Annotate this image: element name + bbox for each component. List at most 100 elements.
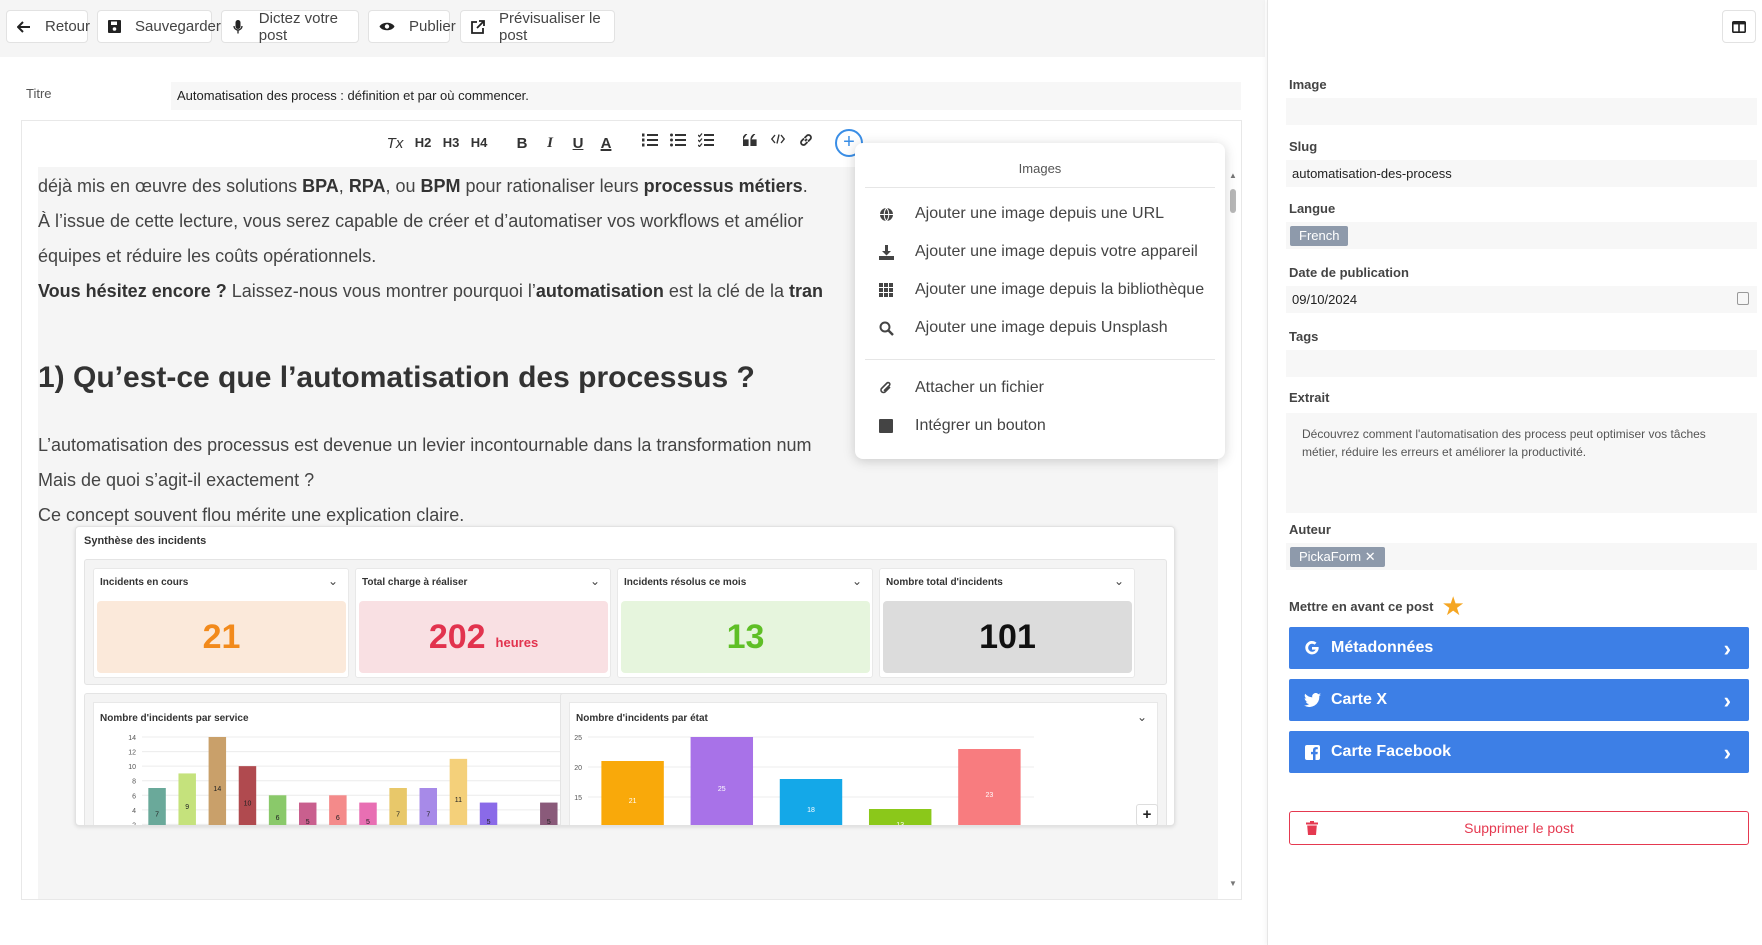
- publish-date-input[interactable]: 09/10/2024: [1286, 286, 1757, 313]
- language-label: Langue: [1289, 201, 1336, 216]
- feature-post-toggle[interactable]: Mettre en avant ce post ★: [1289, 593, 1465, 619]
- clear-format-button[interactable]: Tx: [384, 135, 406, 152]
- bar-value-label: 5: [306, 819, 310, 826]
- search-icon: [877, 319, 895, 337]
- tags-input[interactable]: [1286, 350, 1757, 377]
- bold-button[interactable]: B: [511, 135, 533, 152]
- x-card-button[interactable]: Carte X ›: [1289, 679, 1749, 721]
- bar: [208, 737, 227, 825]
- publish-date-label: Date de publication: [1289, 265, 1409, 280]
- heading3-button[interactable]: H3: [440, 135, 462, 150]
- chart-title: Nombre d'incidents par service: [100, 713, 249, 724]
- chart-title: Nombre d'incidents par état: [576, 713, 708, 724]
- image-field[interactable]: [1286, 98, 1757, 125]
- y-tick-label: 6: [132, 793, 136, 800]
- ordered-list-icon[interactable]: [639, 133, 661, 151]
- bar: [178, 773, 196, 825]
- kpi-value: 13: [726, 617, 765, 656]
- menu-item-image-library[interactable]: Ajouter une image depuis la bibliothèque: [855, 275, 1225, 305]
- bullet-list-icon[interactable]: [667, 133, 689, 151]
- editor-pane: Retour Sauvegarder Dictez votre post Pub…: [0, 0, 1265, 945]
- facebook-card-button[interactable]: Carte Facebook ›: [1289, 731, 1749, 773]
- chevron-down-icon: ⌄: [1113, 574, 1124, 588]
- top-toolbar: Retour Sauvegarder Dictez votre post Pub…: [0, 0, 1265, 57]
- delete-post-label: Supprimer le post: [1464, 820, 1574, 836]
- excerpt-textarea[interactable]: Découvrez comment l'automatisation des p…: [1286, 413, 1757, 513]
- star-icon[interactable]: ★: [1442, 593, 1465, 619]
- square-icon: [877, 417, 895, 435]
- menu-item-label: Ajouter une image depuis Unsplash: [915, 319, 1168, 336]
- calendar-icon[interactable]: [1737, 292, 1749, 305]
- kpi-value-box: 13: [621, 601, 870, 673]
- trash-icon: [1306, 821, 1320, 835]
- y-tick-label: 14: [128, 735, 136, 742]
- bar-value-label: 7: [426, 812, 430, 819]
- bar-value-label: 25: [718, 786, 726, 793]
- publish-button[interactable]: Publier: [368, 10, 456, 43]
- back-button[interactable]: Retour: [6, 10, 90, 43]
- menu-item-image-device[interactable]: Ajouter une image depuis votre appareil: [855, 237, 1225, 267]
- code-icon[interactable]: [767, 134, 789, 147]
- author-chip[interactable]: PickaForm ✕: [1290, 547, 1385, 567]
- globe-icon: [877, 205, 895, 223]
- metadata-button[interactable]: Métadonnées ›: [1289, 627, 1749, 669]
- y-tick-label: 15: [574, 795, 582, 802]
- kpi-row: Incidents en cours ⌄ 21 Total charge à r…: [84, 559, 1167, 685]
- twitter-icon: [1303, 691, 1321, 709]
- slug-label: Slug: [1289, 139, 1318, 154]
- quote-icon[interactable]: [739, 133, 761, 150]
- kpi-label: Incidents en cours: [100, 577, 189, 588]
- dictate-button[interactable]: Dictez votre post: [221, 10, 359, 44]
- save-button[interactable]: Sauvegarder: [97, 10, 221, 43]
- bar-value-label: 21: [629, 798, 637, 805]
- remove-icon[interactable]: ✕: [1365, 549, 1376, 564]
- bar-value-label: 10: [244, 801, 252, 808]
- kpi-label: Nombre total d'incidents: [886, 577, 1003, 588]
- menu-item-label: Attacher un fichier: [915, 379, 1044, 396]
- add-block-plus-icon[interactable]: +: [1136, 804, 1158, 826]
- dashboard-image: Synthèse des incidents Incidents en cour…: [75, 526, 1175, 826]
- scroll-down-icon[interactable]: ▼: [1229, 879, 1237, 888]
- language-select[interactable]: French: [1286, 222, 1757, 249]
- bar: [449, 758, 468, 825]
- chevron-down-icon: ⌄: [851, 574, 862, 588]
- kpi-value-box: 101: [883, 601, 1132, 673]
- paragraph-5: L’automatisation des processus est deven…: [38, 435, 812, 455]
- delete-post-button[interactable]: Supprimer le post: [1289, 811, 1749, 845]
- kpi-card-1: Total charge à réaliser ⌄ 202 heures: [355, 568, 611, 678]
- editor-scrollbar[interactable]: ▲ ▼: [1229, 171, 1237, 891]
- author-select[interactable]: PickaForm ✕: [1286, 543, 1757, 570]
- menu-item-image-url[interactable]: Ajouter une image depuis une URL: [855, 199, 1225, 229]
- chevron-down-icon: ⌄: [1136, 710, 1147, 724]
- bar-value-label: 7: [155, 812, 159, 819]
- text-color-button[interactable]: A: [595, 135, 617, 152]
- microphone-icon: [232, 19, 245, 35]
- heading4-button[interactable]: H4: [468, 135, 490, 150]
- menu-item-embed-button[interactable]: Intégrer un bouton: [855, 411, 1225, 441]
- checklist-icon[interactable]: [695, 133, 717, 151]
- menu-item-label: Ajouter une image depuis une URL: [915, 205, 1165, 222]
- y-tick-label: 8: [132, 779, 136, 786]
- bar: [690, 737, 754, 825]
- preview-button[interactable]: Prévisualiser le post: [460, 10, 615, 44]
- link-icon[interactable]: [795, 133, 817, 151]
- underline-button[interactable]: U: [567, 135, 589, 152]
- heading2-button[interactable]: H2: [412, 135, 434, 150]
- scroll-thumb[interactable]: [1230, 189, 1236, 213]
- title-input[interactable]: Automatisation des process : définition …: [171, 82, 1241, 110]
- menu-divider: [865, 187, 1215, 188]
- menu-item-image-unsplash[interactable]: Ajouter une image depuis Unsplash: [855, 313, 1225, 343]
- title-label: Titre: [26, 86, 52, 101]
- italic-button[interactable]: I: [539, 135, 561, 152]
- toggle-layout-button[interactable]: [1722, 10, 1756, 43]
- paragraph-4: Vous hésitez encore ? Laissez-nous vous …: [38, 281, 823, 301]
- bar-value-label: 7: [396, 812, 400, 819]
- facebook-icon: [1303, 743, 1321, 761]
- chevron-right-icon: ›: [1723, 636, 1731, 661]
- slug-input[interactable]: automatisation-des-process: [1286, 160, 1757, 187]
- language-chip: French: [1290, 226, 1349, 246]
- y-tick-label: 4: [132, 808, 136, 815]
- scroll-up-icon[interactable]: ▲: [1229, 171, 1237, 180]
- y-tick-label: 10: [574, 825, 582, 826]
- menu-item-attach-file[interactable]: Attacher un fichier: [855, 373, 1225, 403]
